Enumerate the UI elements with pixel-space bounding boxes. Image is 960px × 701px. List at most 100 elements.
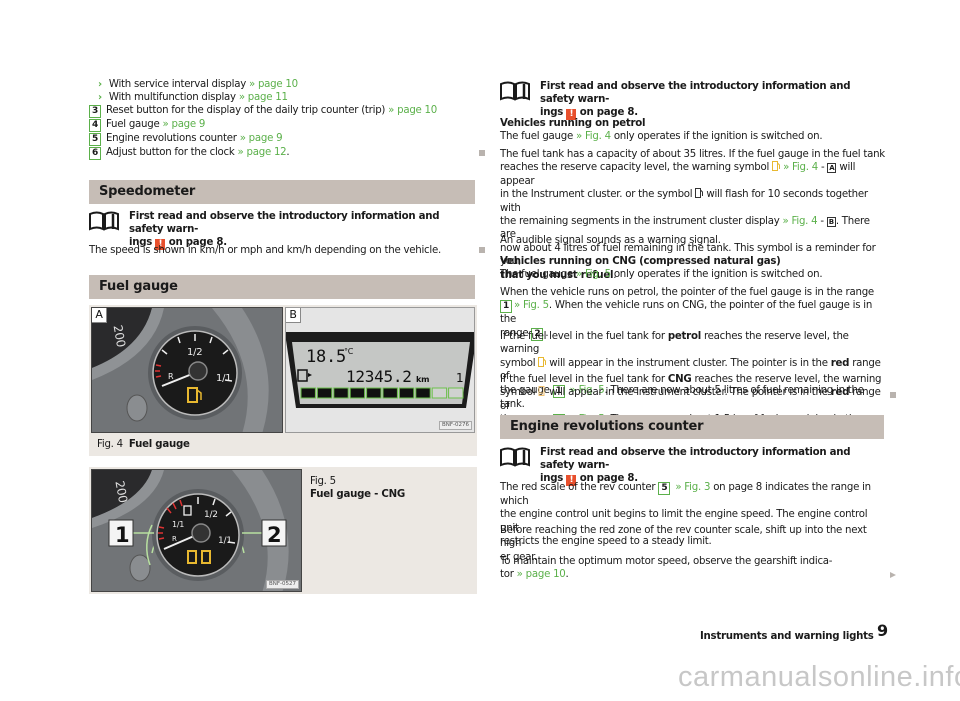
panel-label-b: B xyxy=(286,308,301,323)
warning-line: First read and observe the introductory … xyxy=(129,211,440,235)
text: will appear in the instrument cluster. T… xyxy=(549,387,828,399)
figure-link[interactable]: » Fig. 4 xyxy=(783,216,818,227)
text: The fuel gauge xyxy=(500,269,573,281)
subsection-heading-cng: Vehicles running on CNG (compressed natu… xyxy=(500,256,781,267)
warning-text: First read and observe the introductory … xyxy=(540,80,885,120)
panel-ref-badge: B xyxy=(826,217,836,228)
fuel-segment-filled xyxy=(382,387,398,399)
image-code: BNF-0527 xyxy=(265,580,299,589)
text: . When the vehicle runs on CNG, the poin… xyxy=(500,300,873,326)
lcd-odometer-unit: km xyxy=(416,375,429,384)
callout-2-label: 2 xyxy=(267,523,281,547)
list-item: › With service interval display » page 10 xyxy=(98,78,298,92)
punctuation: . xyxy=(286,147,290,158)
fuel-warning-amber-icon xyxy=(772,161,781,172)
list-item-text: With service interval display xyxy=(108,79,246,90)
text: only operates if the ignition is switche… xyxy=(613,269,823,281)
text: only operates if the ignition is switche… xyxy=(613,131,823,143)
figure-5: 1/2 1/1 1/1 R 1 2 200 BNF-0527 Fig. 5 Fu… xyxy=(89,467,477,594)
item-number-badge: 4 xyxy=(89,119,101,132)
cng-subsection: Vehicles running on CNG (compressed natu… xyxy=(500,255,888,282)
open-book-icon xyxy=(89,211,119,231)
text: symbol xyxy=(500,387,536,399)
emphasis: petrol xyxy=(667,331,701,342)
text: . xyxy=(565,569,569,581)
item-number-badge: 6 xyxy=(89,147,101,160)
text-line: Before reaching the red zone of the rev … xyxy=(500,525,867,550)
text: The fuel gauge xyxy=(500,131,573,143)
fuel-segment-filled xyxy=(316,387,333,399)
fuel-segment-filled xyxy=(398,387,415,399)
fuel-segment-filled xyxy=(366,387,382,399)
callout-1-label: 1 xyxy=(115,523,129,547)
item-number-badge: 3 xyxy=(89,105,101,118)
range-badge: 1 xyxy=(500,300,512,314)
text-line: The fuel tank has a capacity of about 35… xyxy=(500,149,885,160)
text: The red scale of the rev counter xyxy=(500,482,656,493)
text: If the fuel level in the fuel tank for xyxy=(500,331,665,342)
page-link[interactable]: » page 11 xyxy=(239,92,288,103)
text-line: The red scale of the rev counter 5 » Fig… xyxy=(500,481,888,508)
lcd-gear: 1 xyxy=(456,371,463,385)
cng-fuel-gauge-illustration: 1/2 1/1 1/1 R 1 2 200 xyxy=(92,470,301,591)
gauge-label-reserve: R xyxy=(168,372,174,381)
text: If the fuel level in the fuel tank for xyxy=(500,374,665,385)
page-number: 9 xyxy=(877,621,888,640)
page-link[interactable]: » page 9 xyxy=(163,119,206,130)
figure-title: Fuel gauge - CNG xyxy=(310,489,405,500)
list-item: › With multifunction display » page 11 xyxy=(98,91,288,105)
panel-ref-badge: A xyxy=(827,163,837,174)
fuel-gauge-image-a: 1/2 1/1 R 200 A xyxy=(91,307,283,433)
page-link[interactable]: » page 12 xyxy=(238,147,287,158)
fuel-gauge-illustration: 1/2 1/1 R 200 xyxy=(92,308,282,432)
fuel-warning-amber-icon xyxy=(538,356,547,367)
list-item-text: With multifunction display xyxy=(108,92,236,103)
page-link[interactable]: » page 10 xyxy=(388,105,437,116)
open-book-icon xyxy=(500,81,530,101)
watermark: carmanualsonline.info xyxy=(678,661,960,693)
audible-signal-note: An audible signal sounds as a warning si… xyxy=(500,235,721,246)
figure-link[interactable]: » Fig. 4 xyxy=(783,162,818,173)
figure-caption: Fig. 4 Fuel gauge xyxy=(97,438,190,452)
figure-link[interactable]: » Fig. 3 xyxy=(675,482,710,493)
text-line: To maintain the optimum motor speed, obs… xyxy=(500,556,833,567)
figure-number: Fig. 5 xyxy=(310,476,336,487)
fuel-segment-filled xyxy=(300,387,316,399)
list-item: 6 Adjust button for the clock » page 12. xyxy=(89,146,290,160)
text-line: 1» Fig. 5. When the vehicle runs on CNG,… xyxy=(500,299,888,326)
figure-link[interactable]: » Fig. 5 xyxy=(576,269,611,280)
lcd-display-image-b: 18.5 °C 12345.2 km 1 B BNF-0276 xyxy=(285,307,475,433)
lcd-temperature: 18.5 xyxy=(306,347,346,367)
petrol-subsection: Vehicles running on petrol The fuel gaug… xyxy=(500,117,888,144)
figure-link[interactable]: » Fig. 5 xyxy=(514,300,549,311)
section-end-marker xyxy=(479,247,485,253)
fuel-segment-filled xyxy=(415,387,431,399)
gauge-label-reserve: R xyxy=(172,535,177,543)
figure-link[interactable]: » Fig. 4 xyxy=(576,131,611,142)
text-line: If the fuel level in the fuel tank for p… xyxy=(500,330,888,357)
figure-4: 1/2 1/1 R 200 A 18.5 °C 12345.2 km 1 B B… xyxy=(89,305,477,456)
section-heading-speedometer: Speedometer xyxy=(89,180,475,204)
text: will appear in the instrument cluster. T… xyxy=(549,357,828,369)
fuel-warning-icon xyxy=(695,188,704,199)
continued-arrow-icon xyxy=(890,572,896,578)
text: reaches the reserve level, the warning xyxy=(694,374,882,385)
text: reaches the reserve capacity level, the … xyxy=(500,162,770,174)
gauge-label-half: 1/2 xyxy=(204,510,218,520)
warning-line: First read and observe the introductory … xyxy=(540,81,851,105)
chevron-right-icon: › xyxy=(98,79,102,90)
page-link[interactable]: » page 10 xyxy=(517,569,566,580)
subsection-heading-petrol: Vehicles running on petrol xyxy=(500,118,646,129)
speedometer-description: The speed is shown in km/h or mph and km… xyxy=(89,245,441,256)
section-end-marker xyxy=(479,150,485,156)
page-link[interactable]: » page 10 xyxy=(249,79,298,90)
figure-title: Fuel gauge xyxy=(128,439,190,450)
fuel-segment-filled xyxy=(333,387,349,399)
figure-number: Fig. 4 xyxy=(97,439,123,450)
list-item-text: Fuel gauge xyxy=(106,119,160,130)
gauge-label-full-petrol: 1/1 xyxy=(172,520,184,529)
page-link[interactable]: » page 9 xyxy=(240,133,283,144)
gauge-label-half: 1/2 xyxy=(187,347,202,358)
text-line: When the vehicle runs on petrol, the poi… xyxy=(500,287,874,298)
chevron-right-icon: › xyxy=(98,92,102,103)
